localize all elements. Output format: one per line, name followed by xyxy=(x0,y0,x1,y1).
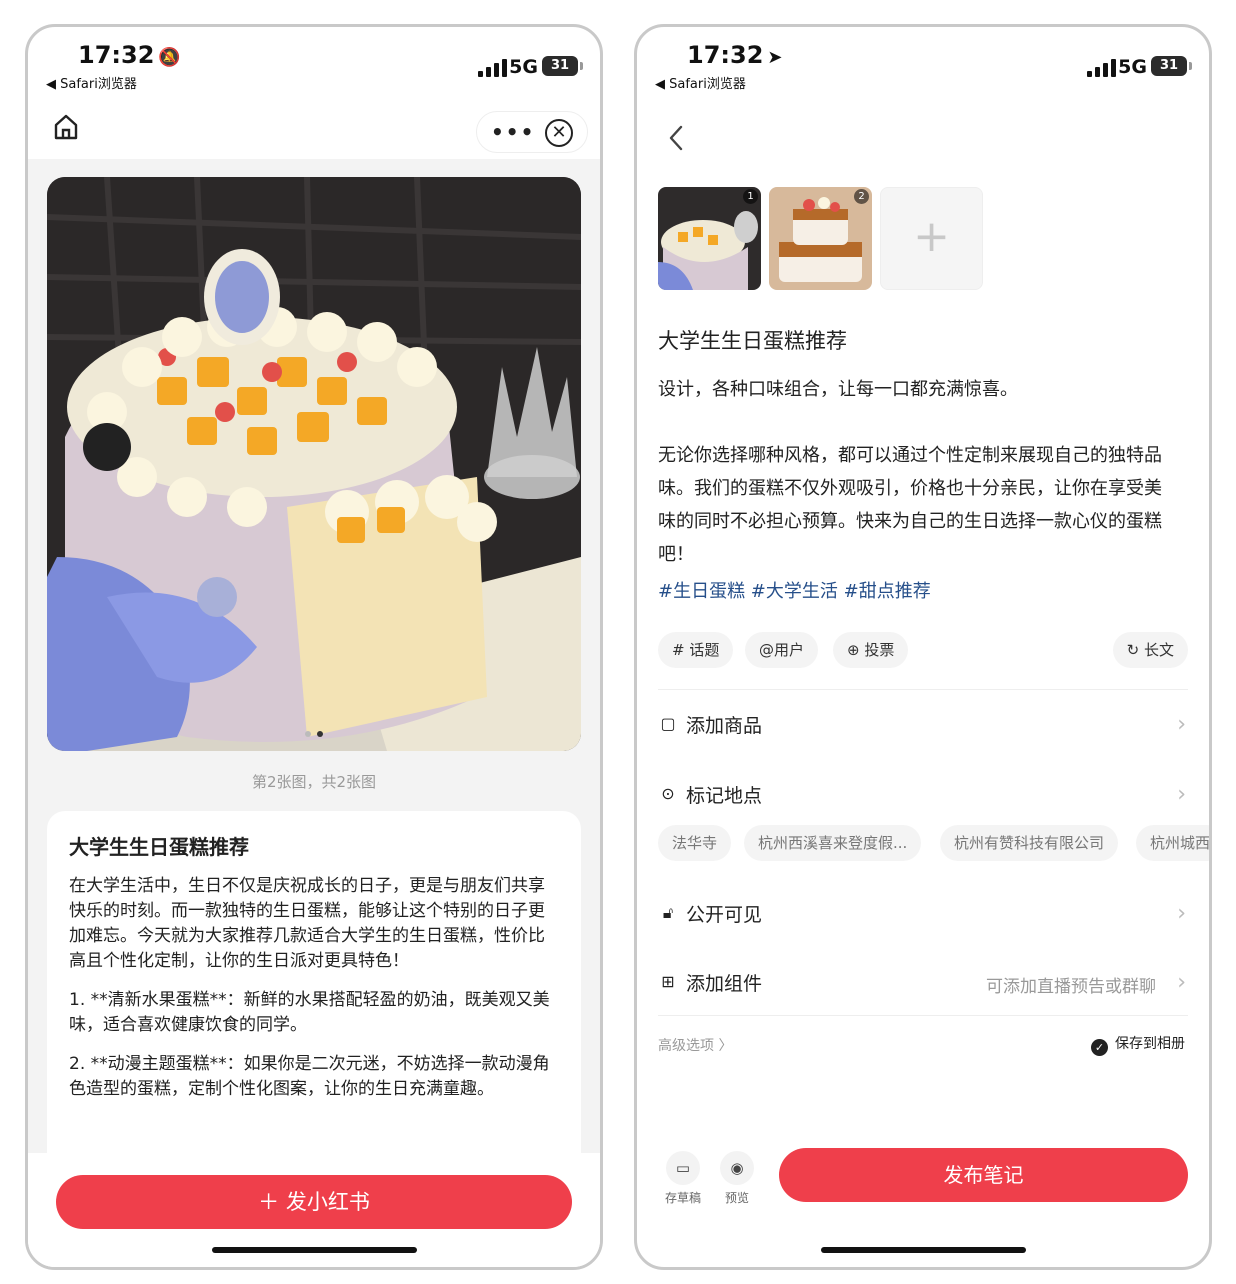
back-to-safari-link[interactable]: ◀ Safari浏览器 xyxy=(655,73,746,92)
note-title-field[interactable]: 大学生生日蛋糕推荐 xyxy=(658,325,847,355)
signal-icon xyxy=(478,59,508,77)
row-hint: 可添加直播预告或群聊 xyxy=(986,977,1156,997)
more-icon[interactable]: ••• xyxy=(491,120,535,144)
location-pin-icon: ⊙ xyxy=(661,784,675,803)
add-component-row[interactable]: ⊞ 添加组件 可添加直播预告或群聊 › xyxy=(658,963,1188,1003)
row-label: 添加商品 xyxy=(686,715,763,737)
location-suggestions: 法华寺 杭州西溪喜来登度假... 杭州有赞科技有限公司 杭州城西 xyxy=(658,825,1209,861)
status-time: 17:32 🔕 xyxy=(78,41,181,69)
signal-icon xyxy=(1087,59,1117,77)
chevron-right-icon: › xyxy=(1177,901,1186,926)
row-label: 标记地点 xyxy=(686,785,763,807)
pagination-dot-active[interactable] xyxy=(317,731,323,737)
preview-button[interactable]: ◉ 预览 xyxy=(715,1151,759,1206)
insert-toolbar: # 话题 @用户 ⊕ 投票 ↻ 长文 xyxy=(658,632,1188,668)
photo-counter: 第2张图，共2张图 xyxy=(251,773,377,791)
network-type: 5G xyxy=(1118,56,1147,78)
thumbnail-index: 2 xyxy=(854,189,869,204)
draft-box-icon: ▭ xyxy=(666,1151,700,1185)
location-chip[interactable]: 杭州城西 xyxy=(1136,825,1209,861)
tool-label: 预览 xyxy=(724,1191,749,1205)
status-time: 17:32 ➤ xyxy=(687,41,783,69)
note-paragraph: 在大学生活中，生日不仅是庆祝成长的日子，更是与朋友们共享快乐的时刻。而一款独特的… xyxy=(69,876,545,971)
vote-chip[interactable]: ⊕ 投票 xyxy=(833,632,909,668)
shopping-bag-icon: ▢ xyxy=(660,714,676,733)
tool-label: 存草稿 xyxy=(664,1191,701,1205)
close-icon[interactable]: ✕ xyxy=(545,119,573,147)
location-arrow-icon: ➤ xyxy=(767,47,783,68)
user-mention-chip[interactable]: @用户 xyxy=(745,632,819,668)
back-to-safari-link[interactable]: ◀ Safari浏览器 xyxy=(46,73,137,92)
note-paragraph: 1. **清新水果蛋糕**：新鲜的水果搭配轻盈的奶油，既美观又美味，适合喜欢健康… xyxy=(69,990,550,1035)
home-indicator[interactable] xyxy=(821,1247,1026,1253)
long-text-label: 长文 xyxy=(1143,641,1174,659)
status-bar: 17:32 🔕 ◀ Safari浏览器 5G 31 xyxy=(28,27,600,97)
long-text-chip[interactable]: ↻ 长文 xyxy=(1112,632,1188,668)
check-icon: ✓ xyxy=(1091,1039,1108,1056)
image-thumbnail[interactable]: 2 xyxy=(769,187,872,290)
location-chip[interactable]: 杭州有赞科技有限公司 xyxy=(940,825,1119,861)
bottom-bar: ＋ 发小红书 xyxy=(28,1153,600,1267)
post-to-xiaohongshu-button[interactable]: ＋ 发小红书 xyxy=(56,1175,572,1229)
note-paragraph: 2. **动漫主题蛋糕**：如果你是二次元迷，不妨选择一款动漫角色造型的蛋糕，定… xyxy=(69,1054,550,1099)
advanced-options-link[interactable]: 高级选项 〉 xyxy=(658,1035,732,1055)
long-text-icon: ↻ xyxy=(1126,641,1144,659)
mark-location-row[interactable]: ⊙ 标记地点 › xyxy=(658,775,1188,815)
save-draft-button[interactable]: ▭ 存草稿 xyxy=(661,1151,705,1206)
pagination-dot[interactable] xyxy=(305,731,311,737)
row-label: 公开可见 xyxy=(686,904,763,926)
body-paragraph: 无论你选择哪种风格，都可以通过个性定制来展现自己的独特品味。我们的蛋糕不仅外观吸… xyxy=(658,445,1162,565)
row-label: 添加组件 xyxy=(686,973,763,995)
status-bar: 17:32 ➤ ◀ Safari浏览器 5G 31 xyxy=(637,27,1209,97)
save-to-album-toggle[interactable]: ✓ 保存到相册 xyxy=(1091,1033,1185,1056)
back-arrow-icon[interactable] xyxy=(665,123,689,153)
topic-chip[interactable]: # 话题 xyxy=(658,632,734,668)
location-chip[interactable]: 杭州西溪喜来登度假... xyxy=(744,825,922,861)
unlock-icon: 🔓︎ xyxy=(662,903,674,922)
bell-slash-icon: 🔕 xyxy=(158,47,181,68)
vote-label: 投票 xyxy=(864,641,895,659)
note-title: 大学生生日蛋糕推荐 xyxy=(69,835,249,859)
chevron-right-icon: › xyxy=(1177,782,1186,807)
mini-program-screen: 17:32 🔕 ◀ Safari浏览器 5G 31 ••• ✕ 第2张图，共2张… xyxy=(25,24,603,1270)
mini-program-nav-bar: ••• ✕ xyxy=(28,105,600,160)
add-product-row[interactable]: ▢ 添加商品 › xyxy=(658,705,1188,745)
capsule-menu: ••• ✕ xyxy=(476,111,588,153)
eye-icon: ◉ xyxy=(720,1151,754,1185)
save-album-label: 保存到相册 xyxy=(1115,1036,1185,1052)
divider xyxy=(658,689,1188,690)
divider xyxy=(658,1015,1188,1016)
body-paragraph: 设计，各种口味组合，让每一口都充满惊喜。 xyxy=(658,379,1018,400)
grid-icon: ⊞ xyxy=(661,972,675,991)
thumbnail-index: 1 xyxy=(743,189,758,204)
home-indicator[interactable] xyxy=(212,1247,417,1253)
battery-icon: 31 xyxy=(1151,56,1192,76)
image-thumbnail[interactable]: 1 xyxy=(658,187,761,290)
note-editor-screen: 17:32 ➤ ◀ Safari浏览器 5G 31 1 2 + 大学生生日蛋糕推… xyxy=(634,24,1212,1270)
chevron-right-icon: › xyxy=(1177,712,1186,737)
chevron-right-icon: › xyxy=(1177,970,1186,995)
hashtags[interactable]: #生日蛋糕 #大学生活 #甜点推荐 xyxy=(658,577,931,603)
publish-note-button[interactable]: 发布笔记 xyxy=(779,1148,1188,1202)
photo-pagination xyxy=(47,722,581,741)
add-image-button[interactable]: + xyxy=(880,187,983,290)
home-icon[interactable] xyxy=(50,111,82,143)
note-card: 大学生生日蛋糕推荐 在大学生活中，生日不仅是庆祝成长的日子，更是与朋友们共享快乐… xyxy=(47,811,581,1156)
note-body-field[interactable]: 设计，各种口味组合，让每一口都充满惊喜。 无论你选择哪种风格，都可以通过个性定制… xyxy=(658,373,1179,604)
vote-icon: ⊕ xyxy=(847,641,865,659)
network-type: 5G xyxy=(509,56,538,78)
cake-photo[interactable] xyxy=(47,177,581,751)
visibility-row[interactable]: 🔓︎ 公开可见 › xyxy=(658,894,1188,934)
location-chip[interactable]: 法华寺 xyxy=(658,825,732,861)
battery-icon: 31 xyxy=(542,56,583,76)
